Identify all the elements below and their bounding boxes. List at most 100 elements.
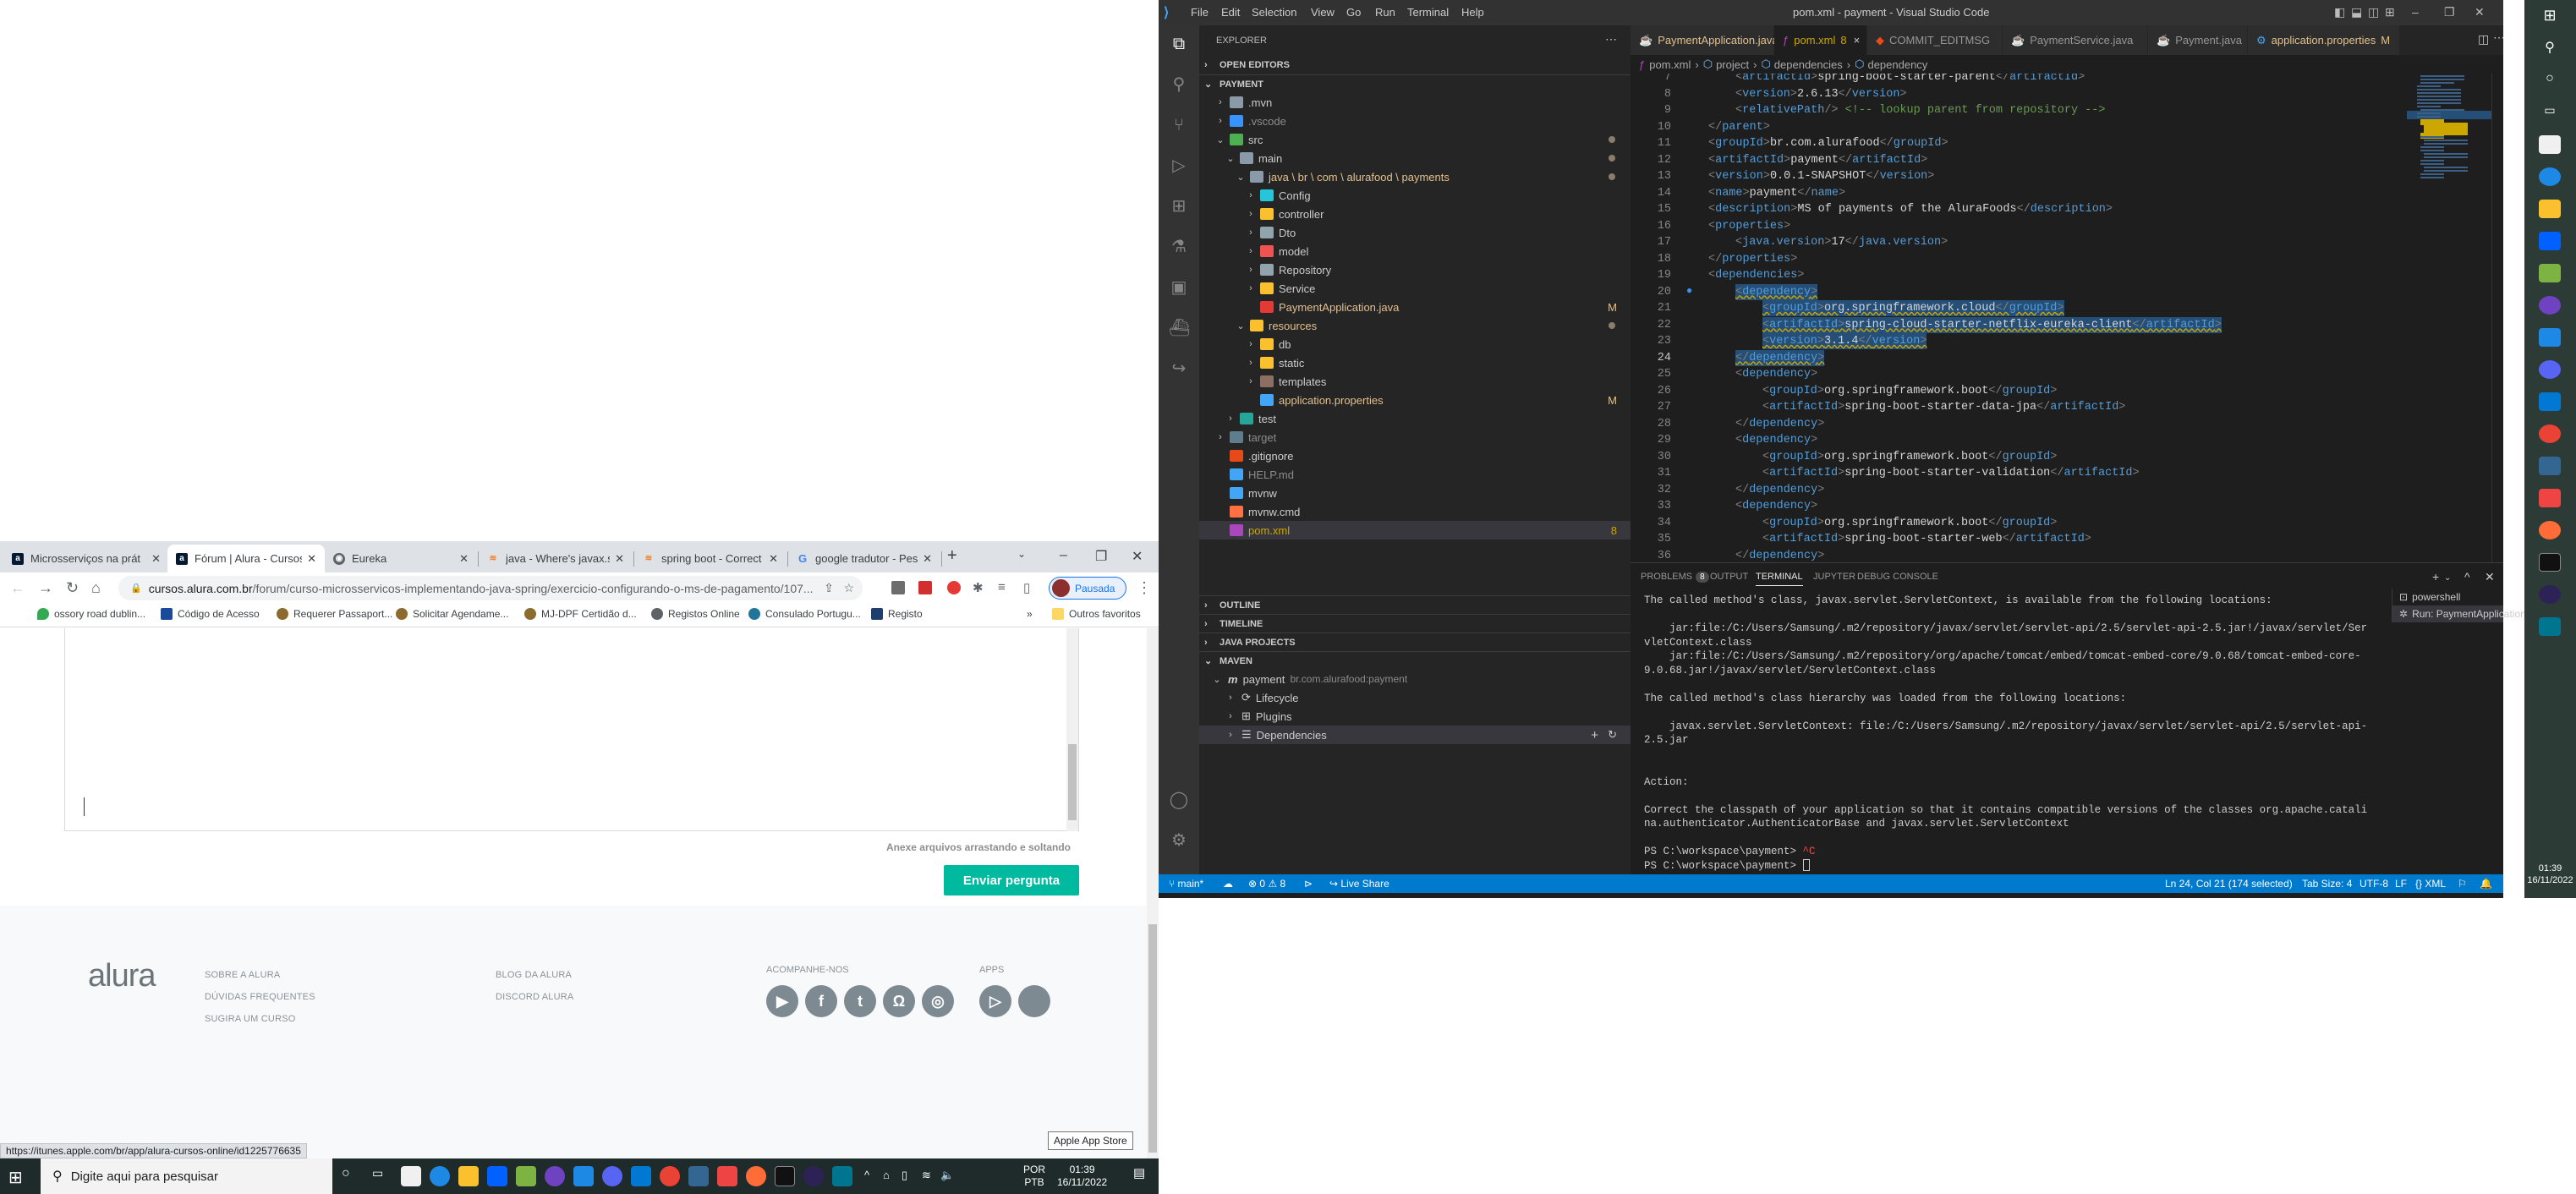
tree-item[interactable]: › target: [1199, 428, 1631, 446]
anydesk-icon[interactable]: [2539, 489, 2561, 507]
extensions-puzzle-icon[interactable]: ✱: [973, 580, 984, 595]
search-icon[interactable]: ⚲: [2539, 39, 2561, 58]
tree-item[interactable]: mvnw.cmd: [1199, 502, 1631, 521]
tree-item[interactable]: ⌄ java \ br \ com \ alurafood \ payments: [1199, 167, 1631, 186]
network-icon[interactable]: ⌂: [883, 1169, 890, 1181]
accounts-icon[interactable]: ◯: [1169, 790, 1189, 810]
close-window-button[interactable]: ✕: [2475, 5, 2485, 19]
language-mode[interactable]: {} XML: [2415, 878, 2446, 890]
tab-problems[interactable]: PROBLEMS 8: [1641, 572, 1709, 583]
docker-icon[interactable]: ⛴: [1169, 318, 1190, 338]
maven-dependencies[interactable]: › ☰ Dependencies + ↻: [1199, 726, 1631, 744]
instagram-icon[interactable]: ◎: [922, 985, 954, 1017]
testing-icon[interactable]: ⚗: [1169, 237, 1189, 257]
notifications-bell-icon[interactable]: 🔔: [2480, 878, 2492, 890]
editor-scrollbar[interactable]: [2491, 74, 2503, 562]
bookmark-item[interactable]: Solicitar Agendame...: [396, 608, 508, 620]
apple-icon[interactable]: [1018, 985, 1050, 1017]
share-icon[interactable]: ⇪: [824, 581, 834, 595]
github-desktop-icon[interactable]: [2539, 296, 2561, 315]
source-control-icon[interactable]: ⑂: [1169, 115, 1189, 135]
sync-icon[interactable]: ☁: [1223, 878, 1233, 890]
store-icon[interactable]: [2539, 135, 2561, 154]
tab-debug-console[interactable]: DEBUG CONSOLE: [1857, 572, 1938, 582]
tree-item[interactable]: › static: [1199, 353, 1631, 372]
footer-link[interactable]: SOBRE A ALURA: [205, 970, 280, 980]
end-of-line[interactable]: LF: [2395, 878, 2407, 890]
mysql-workbench-icon[interactable]: [832, 1166, 852, 1186]
browser-tab[interactable]: ≋ java - Where's javax.se ✕: [479, 545, 633, 572]
tree-item[interactable]: › Service: [1199, 279, 1631, 298]
outline-section[interactable]: › OUTLINE: [1199, 595, 1631, 614]
extensions-icon[interactable]: ⊞: [1169, 196, 1189, 216]
tree-item[interactable]: › templates: [1199, 372, 1631, 391]
maven-lifecycle[interactable]: › ⟳ Lifecycle: [1199, 688, 1631, 707]
sourcetree-icon[interactable]: [516, 1166, 536, 1186]
extension-icon[interactable]: [891, 581, 905, 594]
menu-terminal[interactable]: Terminal: [1407, 6, 1449, 19]
tab-search-icon[interactable]: ⌄: [1017, 548, 1026, 560]
taskbar-search[interactable]: ⚲ Digite aqui para pesquisar: [41, 1158, 332, 1194]
windows-start-icon[interactable]: ⊞: [2539, 7, 2561, 25]
cortana-icon[interactable]: ○: [342, 1166, 362, 1186]
live-share-button[interactable]: ↪ Live Share: [1329, 878, 1389, 890]
github-desktop-icon[interactable]: [545, 1166, 565, 1186]
acrobat-extension-icon[interactable]: [918, 581, 932, 594]
minimize-button[interactable]: –: [2412, 5, 2419, 19]
eclipse-icon[interactable]: [2539, 585, 2561, 604]
minimize-button[interactable]: –: [1060, 548, 1067, 563]
bookmark-item[interactable]: Requerer Passaport...: [277, 608, 392, 620]
youtube-icon[interactable]: ▶: [766, 985, 798, 1017]
cursor-position[interactable]: Ln 24, Col 21 (174 selected): [2165, 878, 2293, 890]
branch-indicator[interactable]: ⑂ main*: [1169, 878, 1203, 890]
eclipse-icon[interactable]: [803, 1166, 824, 1186]
home-button[interactable]: ⌂: [91, 579, 101, 597]
editor-tab[interactable]: ☕PaymentApplication.javaM: [1631, 25, 1792, 55]
browser-tab[interactable]: G google tradutor - Pesq ✕: [788, 545, 940, 572]
tab-size[interactable]: Tab Size: 4: [2302, 878, 2352, 890]
search-icon[interactable]: ⚲: [1169, 74, 1189, 95]
tray-overflow-icon[interactable]: ^: [864, 1169, 869, 1181]
close-tab-icon[interactable]: ✕: [923, 552, 932, 566]
feedback-icon[interactable]: ⚐: [2458, 878, 2467, 890]
tree-item[interactable]: ⌄ main: [1199, 149, 1631, 167]
bookmark-item[interactable]: Registo: [871, 608, 923, 620]
close-window-button[interactable]: ✕: [1132, 548, 1143, 565]
outlook-icon[interactable]: [631, 1166, 651, 1186]
refresh-icon[interactable]: ↻: [1608, 728, 1617, 742]
tree-item[interactable]: › .mvn: [1199, 93, 1631, 112]
lightbulb-icon[interactable]: ●: [1686, 285, 1692, 297]
more-actions-icon[interactable]: ⋯: [2493, 30, 2505, 45]
tab-jupyter[interactable]: JUPYTER: [1813, 572, 1855, 582]
reload-button[interactable]: ↻: [66, 579, 79, 597]
close-tab-icon[interactable]: ✕: [769, 552, 778, 566]
more-actions-icon[interactable]: ⋯: [1605, 32, 1617, 47]
close-panel-icon[interactable]: ✕: [2485, 570, 2495, 584]
tree-item[interactable]: application.properties M: [1199, 391, 1631, 409]
add-dependency-icon[interactable]: +: [1591, 728, 1598, 742]
google-play-icon[interactable]: ▷: [979, 985, 1011, 1017]
taskbar-clock[interactable]: 01:39 16/11/2022: [1057, 1164, 1107, 1189]
terminal-dropdown-icon[interactable]: ⌄: [2444, 573, 2451, 583]
tree-item[interactable]: › model: [1199, 242, 1631, 260]
close-tab-icon[interactable]: ✕: [151, 552, 161, 566]
task-view-icon[interactable]: ▭: [372, 1166, 392, 1186]
menu-edit[interactable]: Edit: [1221, 6, 1240, 19]
tree-item[interactable]: pom.xml 8: [1199, 521, 1631, 539]
battery-icon[interactable]: ▯: [902, 1169, 907, 1181]
toggle-panel-icon[interactable]: ⬓: [2351, 5, 2362, 19]
editor-tab[interactable]: ☕ PaymentService.java: [2003, 25, 2148, 55]
windows-start-icon[interactable]: ⊞: [8, 1167, 23, 1188]
breadcrumb-item[interactable]: project: [1716, 58, 1749, 71]
vertical-taskbar-clock[interactable]: 01:39 16/11/2022: [2524, 863, 2576, 886]
editor-tab[interactable]: ⚙ application.properties M: [2248, 25, 2400, 55]
split-editor-icon[interactable]: ◫: [2478, 32, 2489, 47]
facebook-icon[interactable]: f: [805, 985, 837, 1017]
tree-item[interactable]: HELP.md: [1199, 465, 1631, 484]
twitter-icon[interactable]: t: [844, 985, 876, 1017]
dropbox-icon[interactable]: [487, 1166, 507, 1186]
podcast-icon[interactable]: Ω: [883, 985, 915, 1017]
terminal-output[interactable]: The called method's class, javax.servlet…: [1644, 594, 2371, 873]
edge-legacy-icon[interactable]: [430, 1166, 450, 1186]
browser-tab[interactable]: ◉ Eureka ✕: [325, 545, 477, 572]
